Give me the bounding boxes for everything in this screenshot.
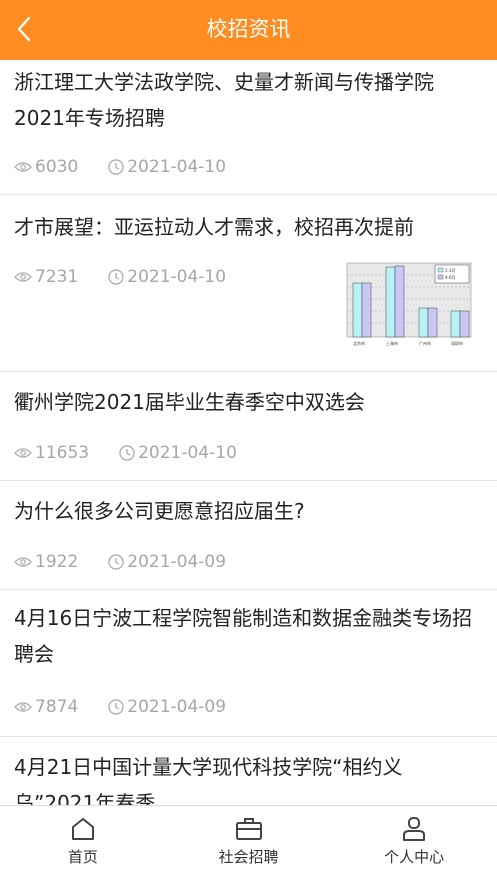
tab-social-recruit[interactable]: 社会招聘	[166, 806, 332, 884]
clock-icon	[108, 554, 124, 570]
article-meta: 1922 2021-04-09	[14, 552, 226, 572]
article-meta: 11653 2021-04-10	[14, 443, 237, 463]
eye-icon	[14, 448, 32, 458]
article-title[interactable]: 为什么很多公司更愿意招应届生?	[14, 493, 483, 529]
clock-icon	[108, 699, 124, 715]
tab-profile-label: 个人中心	[384, 848, 445, 866]
briefcase-icon	[235, 818, 262, 840]
view-count: 6030	[35, 157, 79, 177]
list-item[interactable]: 衢州学院2021届毕业生春季空中双选会 11653 2021-04-10	[0, 372, 497, 481]
header-bar: 校招资讯	[0, 0, 497, 60]
list-item[interactable]: 为什么很多公司更愿意招应届生? 1922 2021-04-09	[0, 481, 497, 590]
eye-icon	[14, 557, 32, 567]
article-title[interactable]: 衢州学院2021届毕业生春季空中双选会	[14, 384, 483, 420]
thumb-legend-1: 1-3月	[445, 268, 456, 273]
article-list[interactable]: 浙江理工大学法政学院、史量才新闻与传播学院2021年专场招聘 6030 2021…	[0, 60, 497, 805]
tab-profile[interactable]: 个人中心	[331, 806, 497, 884]
article-title[interactable]: 才市展望：亚运拉动人才需求，校招再次提前	[14, 209, 483, 245]
publish-date: 2021-04-10	[127, 157, 227, 177]
page-title: 校招资讯	[206, 17, 291, 41]
home-icon	[71, 818, 94, 840]
eye-icon	[14, 162, 32, 172]
article-title[interactable]: 浙江理工大学法政学院、史量才新闻与传播学院2021年专场招聘	[14, 64, 483, 136]
thumb-cat-2: 上海市	[386, 340, 398, 346]
thumb-cat-3: 广州市	[419, 340, 431, 346]
view-count: 7231	[35, 267, 79, 287]
thumb-cat-1: 北京市	[353, 340, 365, 346]
user-icon	[403, 817, 426, 841]
article-meta: 7231 2021-04-10	[14, 267, 226, 287]
eye-icon	[14, 272, 32, 282]
view-count: 1922	[35, 552, 79, 572]
clock-icon	[108, 269, 124, 285]
publish-date: 2021-04-10	[127, 267, 227, 287]
article-meta: 6030 2021-04-10	[14, 157, 226, 177]
article-title[interactable]: 4月16日宁波工程学院智能制造和数据金融类专场招聘会	[14, 600, 483, 672]
list-item[interactable]: 浙江理工大学法政学院、史量才新闻与传播学院2021年专场招聘 6030 2021…	[0, 60, 497, 195]
view-count: 7874	[35, 697, 79, 717]
clock-icon	[108, 159, 124, 175]
tab-home-label: 首页	[67, 848, 98, 866]
thumbnail-chart: 1-3月 4-6月 北京市 上海市 广州市 深圳市	[325, 255, 475, 351]
publish-date: 2021-04-09	[127, 697, 227, 717]
clock-icon	[119, 445, 135, 461]
list-item[interactable]: 才市展望：亚运拉动人才需求，校招再次提前 7231 2021-04-10 1-3…	[0, 195, 497, 372]
bottom-tab-bar: 首页 社会招聘 个人中心	[0, 805, 497, 884]
eye-icon	[14, 702, 32, 712]
article-thumbnail[interactable]: 1-3月 4-6月 北京市 上海市 广州市 深圳市	[325, 255, 475, 351]
tab-social-recruit-label: 社会招聘	[218, 848, 279, 866]
publish-date: 2021-04-10	[138, 443, 237, 463]
tab-home[interactable]: 首页	[0, 806, 166, 884]
article-title[interactable]: 4月21日中国计量大学现代科技学院“相约义乌”2021年春季	[14, 749, 483, 805]
publish-date: 2021-04-09	[127, 552, 227, 572]
list-item[interactable]: 4月16日宁波工程学院智能制造和数据金融类专场招聘会 7874 2021-04-…	[0, 590, 497, 737]
list-item[interactable]: 4月21日中国计量大学现代科技学院“相约义乌”2021年春季	[0, 737, 497, 805]
article-meta: 7874 2021-04-09	[14, 697, 226, 717]
thumb-legend-2: 4-6月	[445, 275, 456, 280]
thumb-cat-4: 深圳市	[451, 340, 463, 346]
view-count: 11653	[35, 443, 90, 463]
